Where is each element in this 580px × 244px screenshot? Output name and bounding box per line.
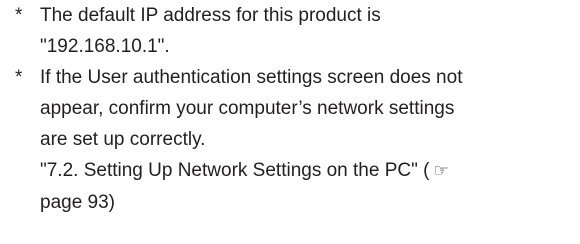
note-line: are set up correctly. — [40, 129, 206, 150]
note-line: appear, confirm your computer’s network … — [40, 98, 455, 119]
pointing-finger-icon: ☞ — [433, 161, 449, 181]
note-item: * If the User authentication settings sc… — [0, 62, 580, 218]
reference-page[interactable]: page 93) — [40, 187, 570, 218]
reference-open-paren: ( — [423, 160, 430, 181]
note-line: The default IP address for this product … — [40, 5, 381, 26]
cross-reference-link[interactable]: "7.2. Setting Up Network Settings on the… — [40, 155, 570, 187]
notes-list: * The default IP address for this produc… — [0, 0, 580, 218]
note-text: The default IP address for this product … — [40, 0, 570, 62]
note-text: If the User authentication settings scre… — [40, 62, 570, 218]
note-line: "192.168.10.1". — [40, 36, 170, 57]
bullet-asterisk: * — [15, 5, 23, 26]
note-item: * The default IP address for this produc… — [0, 0, 580, 62]
note-line: If the User authentication settings scre… — [40, 67, 463, 88]
bullet-asterisk: * — [15, 67, 23, 88]
reference-title: "7.2. Setting Up Network Settings on the… — [40, 160, 418, 181]
